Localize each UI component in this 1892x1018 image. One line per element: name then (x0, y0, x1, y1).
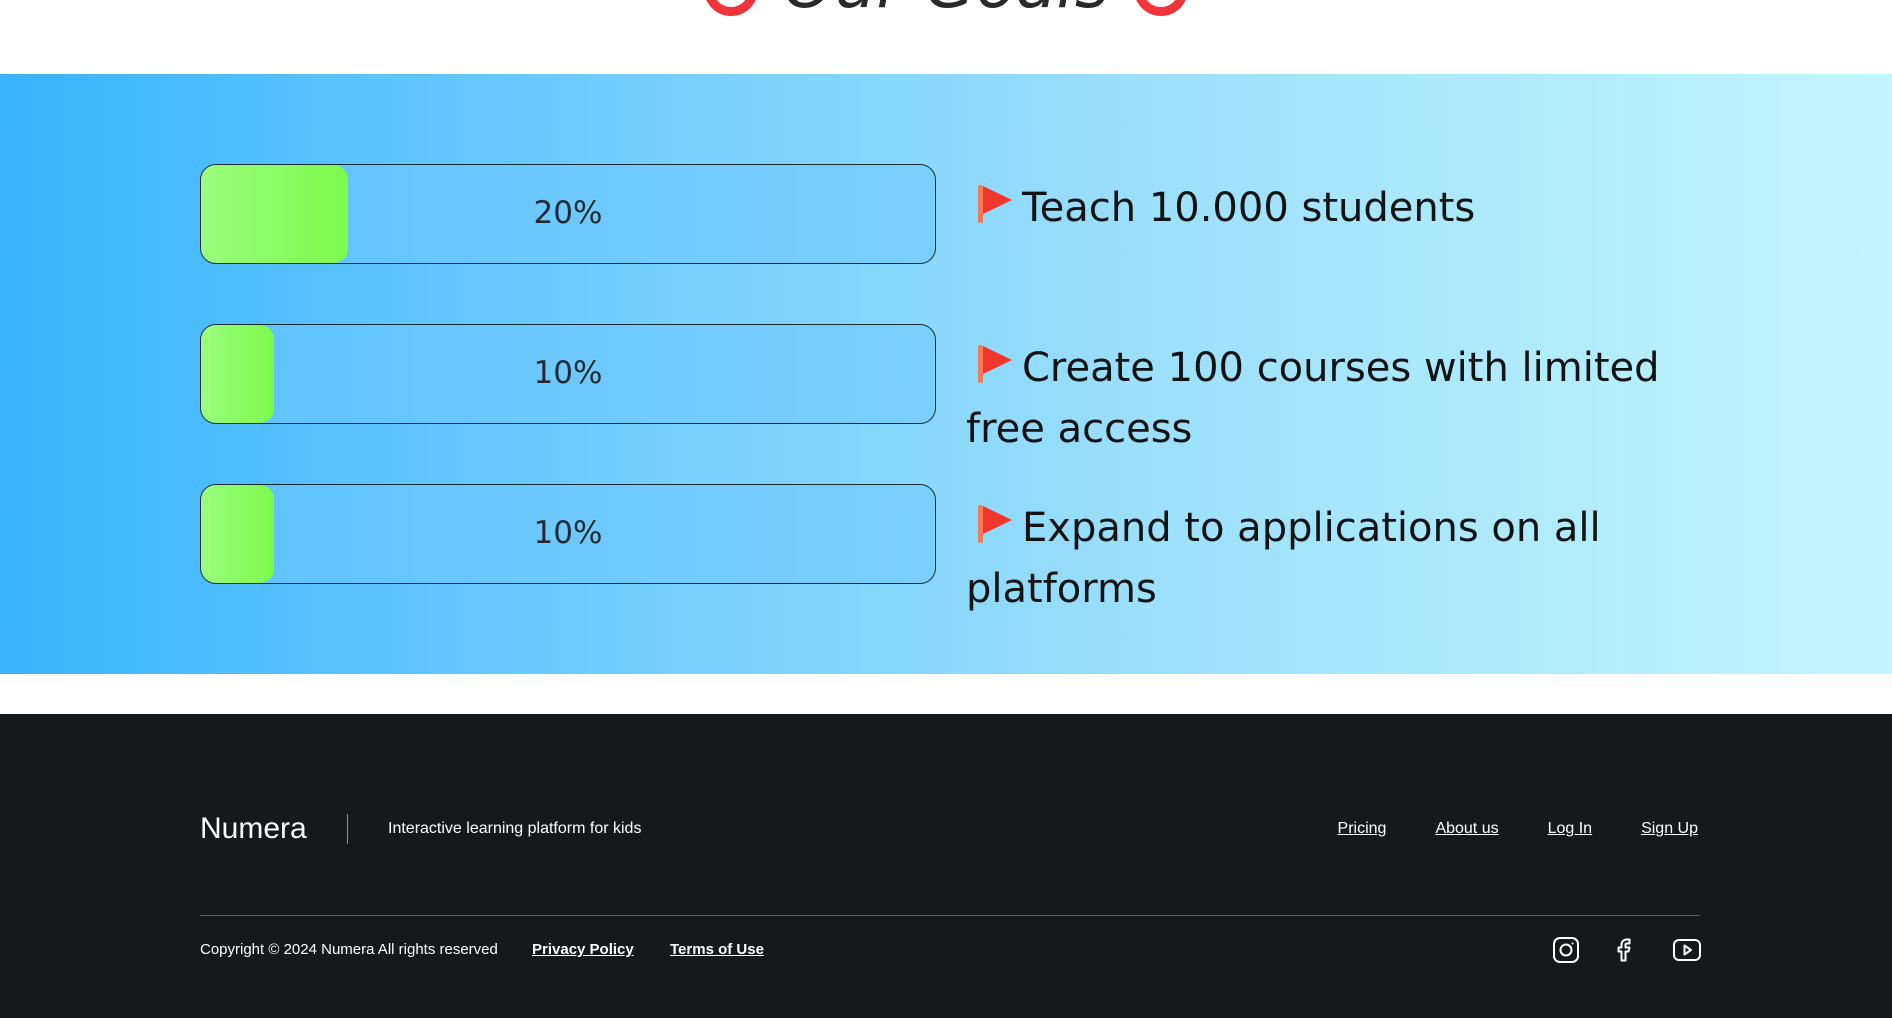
flag-icon (974, 343, 1014, 385)
goals-heading-text: Our Goals (783, 0, 1110, 23)
goals-heading: Our Goals (0, 0, 1892, 22)
goal-description: Expand to applications on all platforms (966, 498, 1666, 620)
nav-link-sign-up[interactable]: Sign Up (1641, 819, 1698, 839)
youtube-icon[interactable] (1672, 936, 1701, 963)
goals-section: 20% Teach 10.000 students 10% Create 100… (0, 74, 1892, 674)
copyright-text: Copyright © 2024 Numera All rights reser… (200, 941, 498, 958)
nav-link-log-in[interactable]: Log In (1548, 819, 1592, 839)
footer: Numera Interactive learning platform for… (0, 714, 1892, 1018)
goal-text: Teach 10.000 students (1022, 185, 1476, 231)
goal-progress-label: 10% (533, 355, 603, 391)
target-icon (1134, 0, 1189, 16)
terms-of-use-link[interactable]: Terms of Use (670, 940, 764, 960)
instagram-icon[interactable] (1552, 936, 1579, 963)
nav-link-about-us[interactable]: About us (1435, 819, 1498, 839)
footer-nav: Pricing About us Log In Sign Up (1338, 819, 1698, 839)
goal-text: Create 100 courses with limited free acc… (966, 345, 1660, 452)
brand-divider (347, 814, 348, 844)
goal-progress-label: 20% (533, 195, 603, 231)
target-icon (703, 0, 758, 16)
flag-icon (974, 183, 1014, 225)
goal-progress-bar: 10% (200, 324, 936, 424)
social-links (1552, 936, 1701, 963)
footer-brand[interactable]: Numera (200, 812, 307, 846)
facebook-icon[interactable] (1612, 936, 1639, 963)
footer-tagline: Interactive learning platform for kids (388, 820, 642, 837)
flag-icon (974, 503, 1014, 545)
goal-progress-bar: 10% (200, 484, 936, 584)
privacy-policy-link[interactable]: Privacy Policy (532, 940, 634, 960)
page: Our Goals 20% Teach 10.000 students 10% … (0, 0, 1892, 1018)
footer-divider (200, 915, 1700, 916)
goal-description: Create 100 courses with limited free acc… (966, 338, 1666, 460)
goal-text: Expand to applications on all platforms (966, 505, 1601, 612)
goal-description: Teach 10.000 students (966, 178, 1666, 239)
nav-link-pricing[interactable]: Pricing (1338, 819, 1387, 839)
goal-progress-label: 10% (533, 515, 603, 551)
goal-progress-bar: 20% (200, 164, 936, 264)
